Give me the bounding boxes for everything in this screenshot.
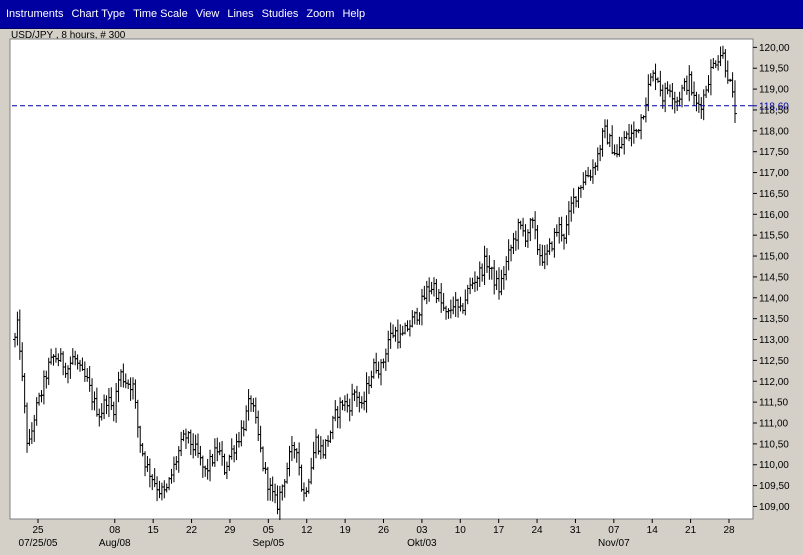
y-tick-label: 112,50: [759, 356, 789, 367]
x-day-label: 14: [647, 525, 659, 536]
y-tick-label: 115,00: [759, 252, 789, 263]
y-tick-label: 115,50: [759, 231, 789, 242]
y-tick-label: 118,00: [759, 126, 789, 137]
x-month-label: 07/25/05: [19, 538, 58, 549]
y-tick-label: 111,00: [759, 419, 789, 430]
y-tick-label: 116,50: [759, 189, 789, 200]
x-day-label: 03: [416, 525, 428, 536]
x-month-label: Okt/03: [407, 538, 437, 549]
x-day-label: 29: [224, 525, 236, 536]
y-tick-label: 109,50: [759, 481, 790, 492]
x-day-label: 31: [570, 525, 582, 536]
y-tick-label: 117,50: [759, 147, 789, 158]
y-tick-label: 109,00: [759, 502, 790, 513]
x-day-label: 26: [378, 525, 390, 536]
x-day-label: 08: [109, 525, 121, 536]
y-tick-label: 120,00: [759, 43, 790, 54]
y-tick-label: 119,50: [759, 64, 789, 75]
x-day-label: 24: [531, 525, 543, 536]
x-day-label: 28: [723, 525, 735, 536]
y-tick-label: 117,00: [759, 168, 789, 179]
x-day-label: 10: [455, 525, 467, 536]
y-tick-label: 112,00: [759, 377, 789, 388]
y-tick-label: 113,50: [759, 314, 789, 325]
x-day-label: 22: [186, 525, 198, 536]
x-day-label: 25: [32, 525, 44, 536]
y-tick-label: 110,50: [759, 439, 789, 450]
x-day-label: 19: [340, 525, 352, 536]
x-day-label: 05: [263, 525, 275, 536]
y-tick-label: 114,50: [759, 272, 789, 283]
plot-area[interactable]: [9, 38, 754, 520]
x-day-label: 07: [608, 525, 620, 536]
y-tick-label: 119,00: [759, 85, 789, 96]
y-tick-label: 110,00: [759, 460, 789, 471]
y-tick-label: 111,50: [759, 398, 789, 409]
x-day-label: 21: [685, 525, 697, 536]
y-tick-label: 114,00: [759, 293, 789, 304]
y-tick-label: 113,00: [759, 335, 789, 346]
x-day-label: 15: [148, 525, 160, 536]
x-month-label: Nov/07: [598, 538, 630, 549]
y-tick-label: 118,50: [759, 105, 789, 116]
x-month-label: Sep/05: [252, 538, 284, 549]
y-tick-label: 116,00: [759, 210, 789, 221]
x-day-label: 17: [493, 525, 505, 536]
chart-canvas[interactable]: 118,60 109,00109,50110,00110,50111,00111…: [0, 0, 803, 555]
x-month-label: Aug/08: [99, 538, 131, 549]
x-day-label: 12: [301, 525, 313, 536]
time-axis-ticks: 25 08 15 22 29 05 12 19 26 03 10 17 24 31 07 14 21 28 07/2…: [19, 519, 735, 549]
price-axis-ticks: 109,00 109,50 110,00 110,50 111,00 111,50 112,…: [753, 43, 790, 513]
